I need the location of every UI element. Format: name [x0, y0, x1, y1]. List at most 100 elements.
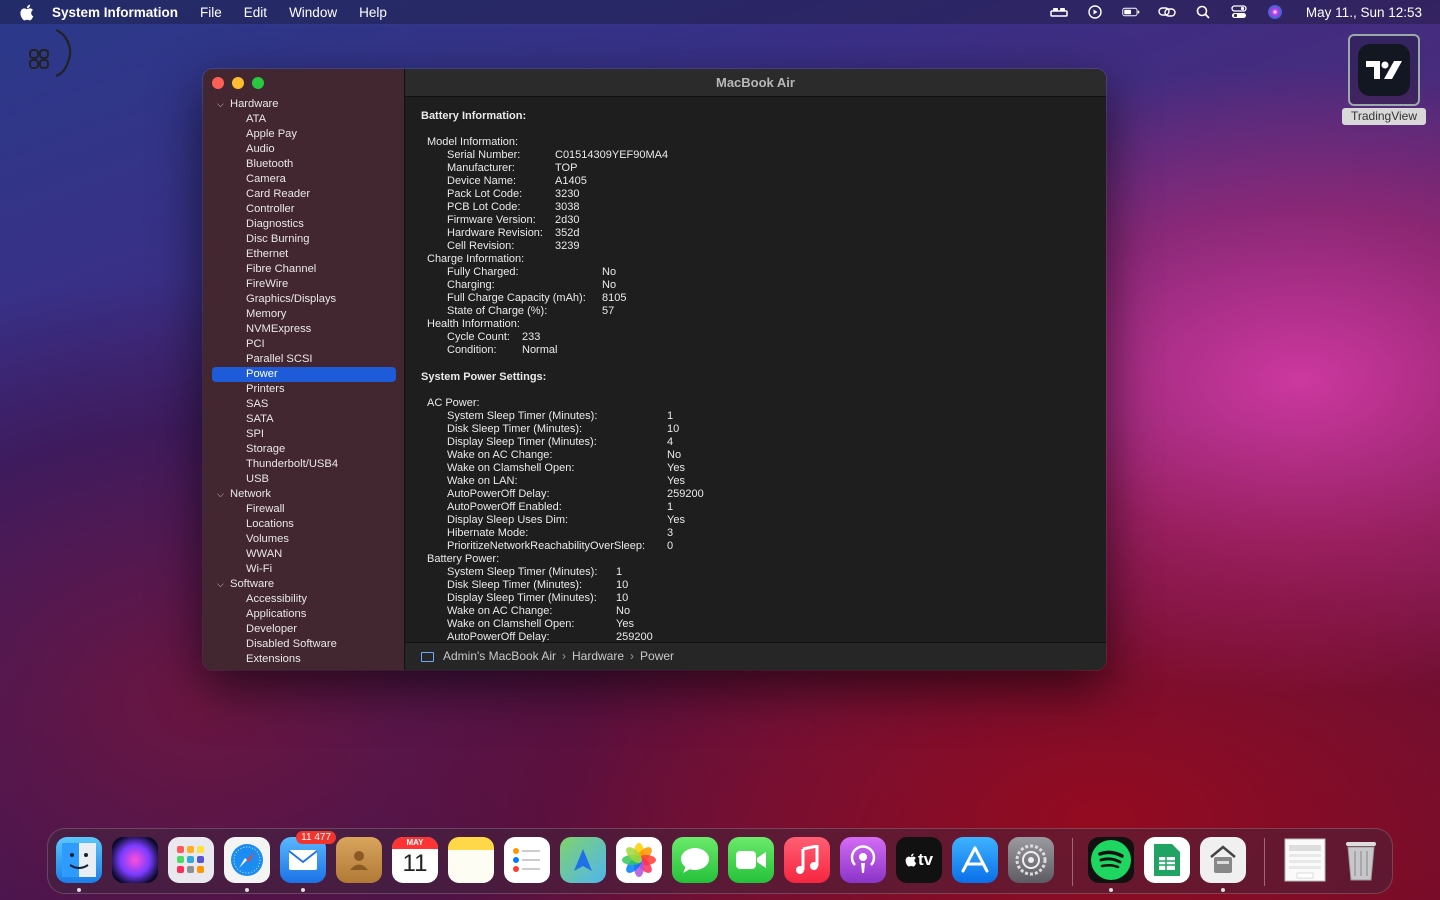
- xlsx-file-icon[interactable]: [1282, 837, 1328, 883]
- play-circle-icon[interactable]: [1086, 4, 1104, 20]
- facetime-icon[interactable]: [728, 837, 774, 883]
- siri-app-icon[interactable]: [112, 837, 158, 883]
- spotify-icon[interactable]: [1088, 837, 1134, 883]
- info-key: Disk Sleep Timer (Minutes):: [447, 423, 583, 435]
- running-indicator: [245, 888, 249, 892]
- detail-pane[interactable]: Battery Information: Model Information: Se…: [405, 97, 1106, 642]
- chevron-down-icon[interactable]: ⌵: [217, 97, 224, 112]
- mail-icon[interactable]: 11 477: [280, 831, 336, 883]
- sidebar-item-nvmexpress[interactable]: NVMExpress: [203, 322, 404, 337]
- sidebar-item-sata[interactable]: SATA: [203, 412, 404, 427]
- sidebar-item-accessibility[interactable]: Accessibility: [203, 592, 404, 607]
- trash-icon[interactable]: [1338, 837, 1384, 883]
- menu-edit[interactable]: Edit: [244, 5, 267, 20]
- sidebar-item-audio[interactable]: Audio: [203, 142, 404, 157]
- chevron-down-icon[interactable]: ⌵: [217, 577, 224, 592]
- close-button[interactable]: [212, 77, 224, 89]
- zoom-button[interactable]: [252, 77, 264, 89]
- sidebar-item-power[interactable]: Power: [212, 367, 396, 382]
- tradingview-logo-icon: [1358, 44, 1410, 96]
- sidebar-item-thunderbolt-usb4[interactable]: Thunderbolt/USB4: [203, 457, 404, 472]
- sidebar-item-pci[interactable]: PCI: [203, 337, 404, 352]
- chevron-down-icon[interactable]: ⌵: [217, 487, 224, 502]
- minimize-button[interactable]: [232, 77, 244, 89]
- path-computer[interactable]: Admin's MacBook Air: [443, 643, 556, 670]
- reminders-icon[interactable]: [504, 837, 550, 883]
- app-store-icon[interactable]: [952, 837, 998, 883]
- menu-help[interactable]: Help: [359, 5, 387, 20]
- sidebar-item-sas[interactable]: SAS: [203, 397, 404, 412]
- sidebar-item-diagnostics[interactable]: Diagnostics: [203, 217, 404, 232]
- finder-icon[interactable]: [56, 837, 102, 883]
- bed-icon[interactable]: [1050, 4, 1068, 20]
- sidebar-item-printers[interactable]: Printers: [203, 382, 404, 397]
- apple-tv-icon[interactable]: tv: [896, 837, 942, 883]
- sidebar-item-disabled-software[interactable]: Disabled Software: [203, 637, 404, 652]
- system-information-icon[interactable]: [1200, 837, 1246, 883]
- info-key: Wake on AC Change:: [447, 449, 553, 461]
- sidebar-item-memory[interactable]: Memory: [203, 307, 404, 322]
- sidebar-item-applications[interactable]: Applications: [203, 607, 404, 622]
- battery-icon[interactable]: [1122, 4, 1140, 20]
- photos-icon[interactable]: [616, 837, 662, 883]
- sidebar-item-firewall[interactable]: Firewall: [203, 502, 404, 517]
- sidebar-item-bluetooth[interactable]: Bluetooth: [203, 157, 404, 172]
- google-sheets-icon[interactable]: [1144, 837, 1190, 883]
- sidebar-item-firewire[interactable]: FireWire: [203, 277, 404, 292]
- sidebar-item-parallel-scsi[interactable]: Parallel SCSI: [203, 352, 404, 367]
- sidebar-item-volumes[interactable]: Volumes: [203, 532, 404, 547]
- running-indicator: [1221, 888, 1225, 892]
- sidebar-item-apple-pay[interactable]: Apple Pay: [203, 127, 404, 142]
- maps-icon[interactable]: [560, 837, 606, 883]
- control-center-icon[interactable]: [1230, 4, 1248, 20]
- info-key: Cell Revision:: [447, 240, 515, 252]
- sidebar-category-hardware[interactable]: ⌵ Hardware: [203, 97, 404, 112]
- sidebar-item-ethernet[interactable]: Ethernet: [203, 247, 404, 262]
- info-value: 259200: [616, 631, 653, 642]
- sidebar-item-developer[interactable]: Developer: [203, 622, 404, 637]
- sidebar-item-fibre-channel[interactable]: Fibre Channel: [203, 262, 404, 277]
- siri-icon[interactable]: [1266, 4, 1284, 20]
- system-preferences-icon[interactable]: [1008, 837, 1054, 883]
- sidebar-item-ata[interactable]: ATA: [203, 112, 404, 127]
- info-value: 57: [602, 305, 615, 317]
- sidebar-item-extensions[interactable]: Extensions: [203, 652, 404, 667]
- menu-app-name[interactable]: System Information: [52, 5, 178, 20]
- sidebar-item-wi-fi[interactable]: Wi-Fi: [203, 562, 404, 577]
- sidebar-category-network[interactable]: ⌵ Network: [203, 487, 404, 502]
- podcasts-icon[interactable]: [840, 837, 886, 883]
- contacts-icon[interactable]: [336, 837, 382, 883]
- sidebar-category-label: Software: [230, 578, 275, 590]
- sidebar-item-camera[interactable]: Camera: [203, 172, 404, 187]
- menu-window[interactable]: Window: [289, 5, 337, 20]
- link-icon[interactable]: [1158, 4, 1176, 20]
- tradingview-label[interactable]: TradingView: [1342, 108, 1426, 125]
- sidebar-item-storage[interactable]: Storage: [203, 442, 404, 457]
- path-hardware[interactable]: Hardware: [572, 643, 624, 670]
- sidebar-item-spi[interactable]: SPI: [203, 427, 404, 442]
- sidebar-category-software[interactable]: ⌵ Software: [203, 577, 404, 592]
- music-icon[interactable]: [784, 837, 830, 883]
- tradingview-desktop-icon[interactable]: [1348, 34, 1420, 106]
- sidebar-item-locations[interactable]: Locations: [203, 517, 404, 532]
- sidebar-item-wwan[interactable]: WWAN: [203, 547, 404, 562]
- sidebar-item-graphics-displays[interactable]: Graphics/Displays: [203, 292, 404, 307]
- info-key: Wake on AC Change:: [447, 605, 553, 617]
- power-settings-heading: System Power Settings:: [421, 371, 547, 383]
- sidebar-item-disc-burning[interactable]: Disc Burning: [203, 232, 404, 247]
- menu-file[interactable]: File: [200, 5, 222, 20]
- path-power[interactable]: Power: [640, 643, 674, 670]
- calendar-icon[interactable]: MAY 11: [392, 837, 438, 883]
- menu-clock[interactable]: May 11., Sun 12:53: [1306, 5, 1422, 20]
- sidebar-item-usb[interactable]: USB: [203, 472, 404, 487]
- apple-menu-icon[interactable]: [18, 3, 36, 21]
- desktop-widget-icon[interactable]: [26, 28, 74, 80]
- info-value: 259200: [667, 488, 704, 500]
- search-icon[interactable]: [1194, 4, 1212, 20]
- notes-icon[interactable]: [448, 837, 494, 883]
- safari-icon[interactable]: [224, 837, 270, 883]
- launchpad-icon[interactable]: [168, 837, 214, 883]
- messages-icon[interactable]: [672, 837, 718, 883]
- sidebar-item-card-reader[interactable]: Card Reader: [203, 187, 404, 202]
- sidebar-item-controller[interactable]: Controller: [203, 202, 404, 217]
